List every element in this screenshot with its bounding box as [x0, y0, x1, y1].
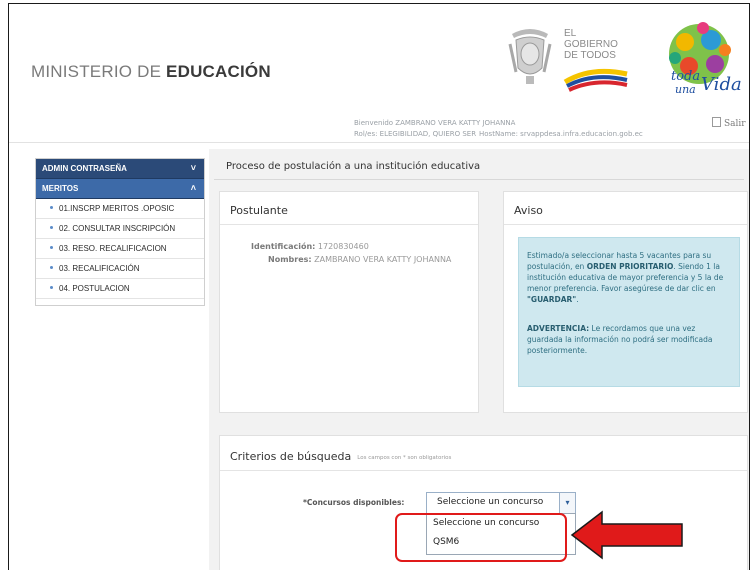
gobierno-flag-swoosh-icon [563, 68, 628, 92]
gobierno-logo-text: EL GOBIERNO DE TODOS [564, 28, 618, 61]
bullet-icon [50, 206, 53, 209]
chevron-up-icon: ˄ [190, 183, 196, 193]
dropdown-highlight-box [395, 513, 567, 562]
divider [220, 470, 747, 471]
sidebar-item-consultar-inscripcion[interactable]: 02. CONSULTAR INSCRIPCIÓN [36, 219, 204, 239]
main-content: Proceso de postulación a una institución… [209, 149, 749, 570]
sidebar-item-reso-recalificacion[interactable]: 03. RESO. RECALIFICACION [36, 239, 204, 259]
concursos-select[interactable]: Seleccione un concurso ▾ [426, 492, 576, 514]
coat-of-arms-icon [508, 29, 552, 84]
svg-text:Vida: Vida [701, 74, 741, 95]
sidebar-section-meritos[interactable]: MERITOS ˄ [36, 179, 204, 199]
bullet-icon [50, 246, 53, 249]
required-note: Los campos con * son obligatorios [357, 455, 452, 461]
hostname: HostName: srvappdesa.infra.educacion.gob… [479, 130, 643, 138]
toda-una-vida-logo-icon: toda una Vida [669, 22, 741, 96]
svg-text:toda: toda [671, 69, 700, 84]
sidebar-item-postulacion[interactable]: 04. POSTULACION [36, 279, 204, 299]
nombres-row: Nombres: ZAMBRANO VERA KATTY JOHANNA [268, 255, 452, 264]
sidebar-item-inscrp-meritos[interactable]: 01.INSCRP MERITOS .OPOSIC [36, 199, 204, 219]
divider [504, 224, 747, 225]
concursos-label: *Concursos disponibles: [303, 498, 405, 507]
svg-text:una: una [675, 83, 696, 96]
logout-icon [712, 117, 721, 127]
page-title: Proceso de postulación a una institución… [226, 161, 481, 172]
welcome-user: Bienvenido ZAMBRANO VERA KATTY JOHANNA [354, 119, 516, 127]
welcome-info: Bienvenido ZAMBRANO VERA KATTY JOHANNA R… [354, 118, 643, 140]
aviso-instructions: Estimado/a seleccionar hasta 5 vacantes … [527, 251, 724, 304]
bullet-icon [50, 266, 53, 269]
chevron-down-icon: ˅ [190, 163, 196, 173]
logout-link[interactable]: Salir [712, 117, 746, 129]
aviso-panel: Aviso Estimado/a seleccionar hasta 5 vac… [503, 191, 748, 413]
ministry-logo-text: MINISTERIO DE EDUCACIÓN [31, 62, 271, 81]
aviso-alert: Estimado/a seleccionar hasta 5 vacantes … [518, 237, 740, 387]
postulante-panel: Postulante Identificación: 1720830460 No… [219, 191, 479, 413]
aviso-warning: ADVERTENCIA: Le recordamos que una vez g… [527, 324, 713, 355]
red-arrow-annotation-icon [570, 510, 683, 560]
sidebar-section-admin-contrasena[interactable]: ADMIN CONTRASEÑA ˅ [36, 159, 204, 179]
divider [214, 179, 744, 180]
sidebar: ADMIN CONTRASEÑA ˅ MERITOS ˄ 01.INSCRP M… [35, 158, 205, 306]
divider [220, 224, 478, 225]
sidebar-item-recalificacion[interactable]: 03. RECALIFICACIÓN [36, 259, 204, 279]
bullet-icon [50, 226, 53, 229]
postulante-title: Postulante [230, 204, 288, 217]
app-window: MINISTERIO DE EDUCACIÓN EL GOBIERNO DE T… [8, 3, 750, 570]
criterios-title: Criterios de búsqueda Los campos con * so… [230, 450, 452, 463]
bullet-icon [50, 286, 53, 289]
aviso-title: Aviso [514, 204, 543, 217]
identificacion-row: Identificación: 1720830460 [251, 242, 369, 251]
header: MINISTERIO DE EDUCACIÓN EL GOBIERNO DE T… [9, 4, 749, 143]
